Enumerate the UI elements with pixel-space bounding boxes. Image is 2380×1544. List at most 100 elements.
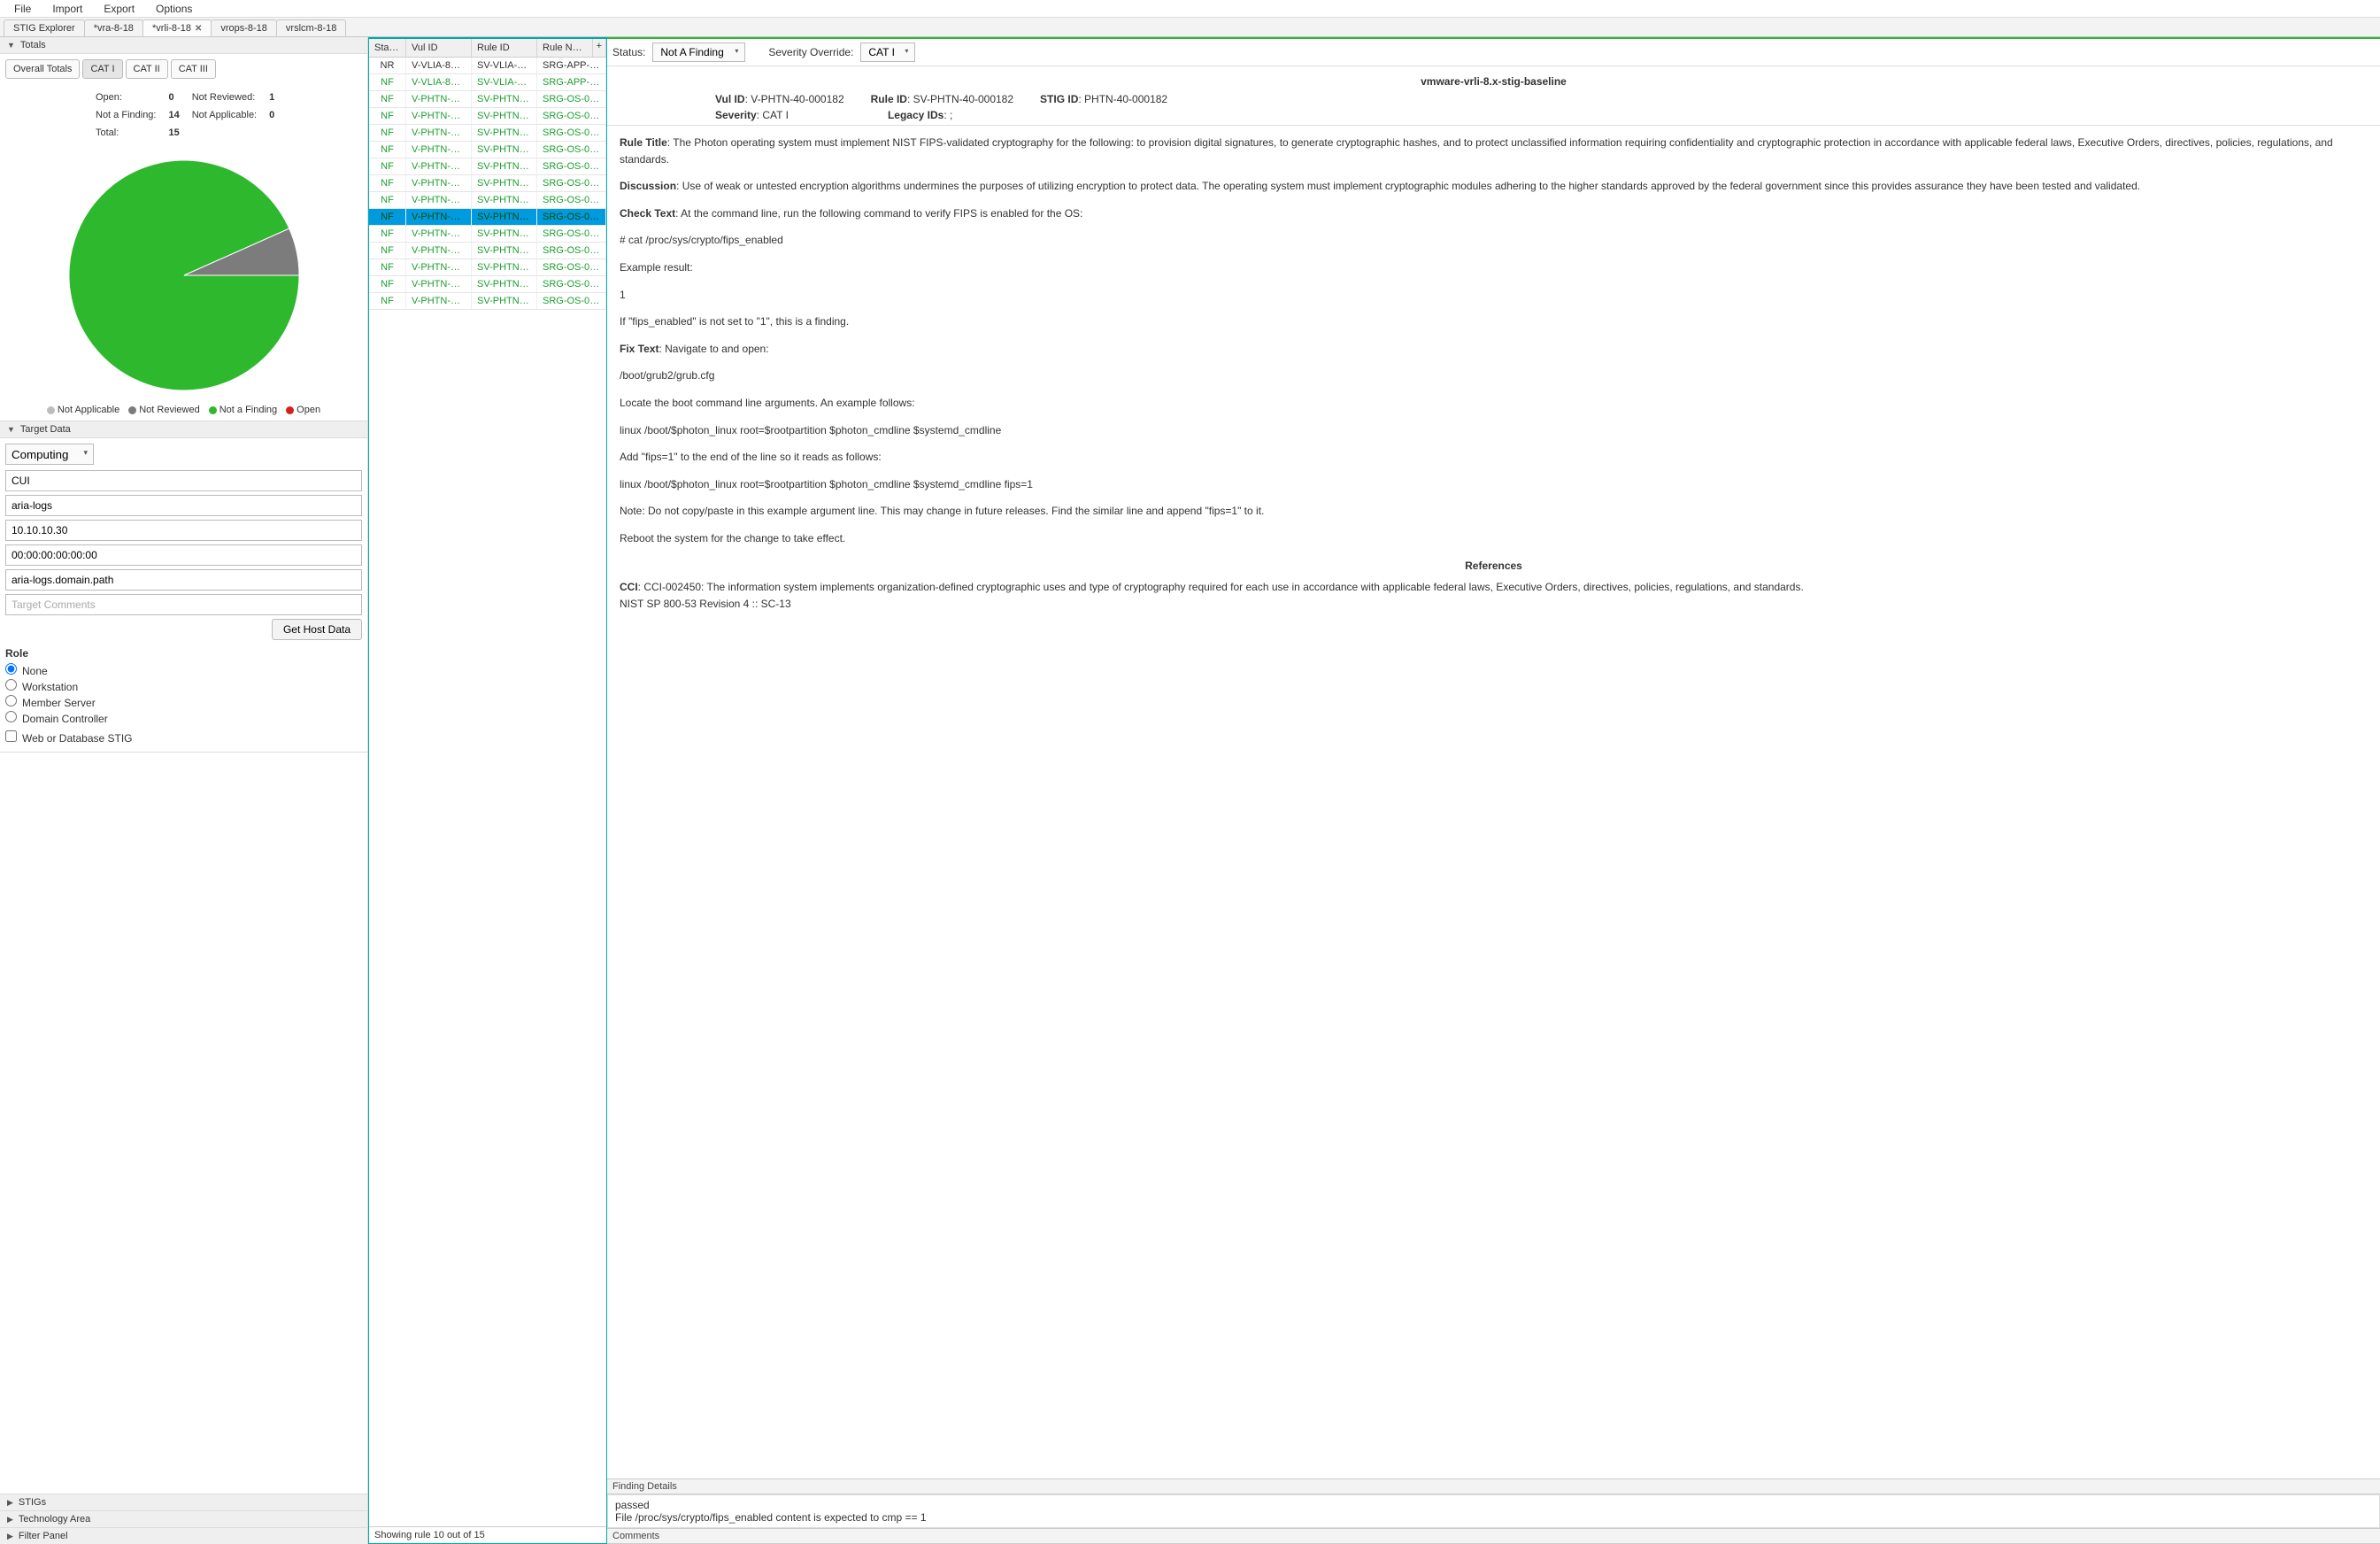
col-rule-name[interactable]: Rule Name: [537, 39, 593, 57]
cell-vul-id: V-PHTN-40...: [406, 243, 472, 259]
table-row[interactable]: NFV-PHTN-40...SV-PHTN-40-...SRG-OS-00032…: [369, 175, 606, 192]
target-classification-input[interactable]: [5, 470, 362, 491]
finding-text: File /proc/sys/crypto/fips_enabled conte…: [615, 1511, 2372, 1524]
tab-label: STIG Explorer: [13, 23, 75, 34]
target-comments-input[interactable]: [5, 594, 362, 615]
target-hostname-input[interactable]: [5, 495, 362, 516]
role-workstation[interactable]: Workstation: [5, 679, 362, 693]
table-row[interactable]: NFV-PHTN-40...SV-PHTN-40-...SRG-OS-00047…: [369, 209, 606, 226]
stigs-accordion[interactable]: ▶ STIGs: [0, 1494, 367, 1510]
finding-details-box[interactable]: passed File /proc/sys/crypto/fips_enable…: [607, 1494, 2380, 1528]
cell-status: NF: [369, 108, 406, 124]
tab-overall[interactable]: Overall Totals: [5, 59, 80, 79]
filter-panel-accordion[interactable]: ▶Filter Panel: [0, 1527, 367, 1544]
cell-rule-id: SV-PHTN-40-...: [472, 125, 537, 141]
tab-stig-explorer[interactable]: STIG Explorer: [4, 19, 85, 36]
fix-text: Note: Do not copy/paste in this example …: [620, 503, 2368, 520]
tab-label: vrslcm-8-18: [286, 23, 336, 34]
section-title: Technology Area: [19, 1514, 90, 1525]
cell-rule-id: SV-PHTN-40-...: [472, 226, 537, 242]
tech-area-accordion[interactable]: ▶Technology Area: [0, 1510, 367, 1527]
cell-status: NF: [369, 74, 406, 90]
meta-value: SV-PHTN-40-000182: [913, 93, 1013, 105]
menu-import[interactable]: Import: [43, 1, 91, 17]
table-row[interactable]: NRV-VLIA-8X-...SV-VLIA-8X-0...SRG-APP-00…: [369, 58, 606, 74]
target-fqdn-input[interactable]: [5, 569, 362, 591]
close-icon[interactable]: ✕: [195, 24, 202, 34]
table-row[interactable]: NFV-PHTN-40...SV-PHTN-40-...SRG-OS-00036…: [369, 192, 606, 209]
tab-cat3[interactable]: CAT III: [171, 59, 216, 79]
tab-vrops[interactable]: vrops-8-18: [211, 19, 277, 36]
col-status[interactable]: Status: [369, 39, 406, 57]
legend-label: Not Reviewed: [139, 405, 199, 415]
section-title: STIGs: [19, 1497, 46, 1508]
cell-vul-id: V-PHTN-40...: [406, 259, 472, 275]
table-row[interactable]: NFV-PHTN-40...SV-PHTN-40-...SRG-OS-00003…: [369, 91, 606, 108]
target-category-select[interactable]: Computing: [5, 444, 94, 465]
severity-override-select[interactable]: CAT I: [860, 42, 915, 62]
meta-label: Rule ID: [871, 93, 907, 105]
check-command: # cat /proc/sys/crypto/fips_enabled: [620, 232, 2368, 249]
table-row[interactable]: NFV-PHTN-40...SV-PHTN-40-...SRG-OS-00048…: [369, 226, 606, 243]
tab-cat1[interactable]: CAT I: [82, 59, 122, 79]
table-row[interactable]: NFV-PHTN-40...SV-PHTN-40-...SRG-OS-00036…: [369, 243, 606, 259]
table-row[interactable]: NFV-PHTN-40...SV-PHTN-40-...SRG-OS-00048…: [369, 259, 606, 276]
table-row[interactable]: NFV-PHTN-40...SV-PHTN-40-...SRG-OS-00048…: [369, 276, 606, 293]
section-title: Target Data: [20, 424, 71, 435]
table-row[interactable]: NFV-PHTN-40...SV-PHTN-40-...SRG-OS-00025…: [369, 293, 606, 310]
field-label: Rule Title: [620, 136, 667, 149]
table-row[interactable]: NFV-PHTN-40...SV-PHTN-40-...SRG-OS-00007…: [369, 125, 606, 142]
cell-vul-id: V-PHTN-40...: [406, 192, 472, 208]
stat-value: 0: [168, 89, 189, 105]
cell-status: NF: [369, 243, 406, 259]
meta-label: Severity: [715, 109, 757, 121]
cell-vul-id: V-VLIA-8X-...: [406, 58, 472, 73]
add-column-icon[interactable]: +: [593, 39, 606, 57]
cell-rule-id: SV-PHTN-40-...: [472, 91, 537, 107]
totals-header[interactable]: ▼Totals: [0, 37, 367, 54]
chevron-right-icon: ▶: [7, 1498, 13, 1508]
document-tabs: STIG Explorer *vra-8-18 *vrli-8-18✕ vrop…: [0, 18, 2380, 37]
role-domain-controller[interactable]: Domain Controller: [5, 711, 362, 725]
menubar: File Import Export Options: [0, 0, 2380, 18]
left-panel: ▼Totals Overall Totals CAT I CAT II CAT …: [0, 37, 368, 1544]
status-select[interactable]: Not A Finding: [652, 42, 745, 62]
menu-options[interactable]: Options: [147, 1, 201, 17]
target-mac-input[interactable]: [5, 544, 362, 566]
meta-label: Legacy IDs: [888, 109, 944, 121]
cell-rule-id: SV-PHTN-40-...: [472, 192, 537, 208]
col-rule-id[interactable]: Rule ID: [472, 39, 537, 57]
col-vul-id[interactable]: Vul ID: [406, 39, 472, 57]
target-data-header[interactable]: ▼Target Data: [0, 421, 367, 438]
role-member-server[interactable]: Member Server: [5, 695, 362, 709]
table-row[interactable]: NFV-PHTN-40...SV-PHTN-40-...SRG-OS-00027…: [369, 158, 606, 175]
check-text: At the command line, run the following c…: [681, 207, 1082, 220]
menu-file[interactable]: File: [5, 1, 40, 17]
tab-cat2[interactable]: CAT II: [126, 59, 168, 79]
detail-body[interactable]: Rule Title: The Photon operating system …: [607, 126, 2380, 1478]
menu-export[interactable]: Export: [95, 1, 143, 17]
cell-rule-id: SV-VLIA-8X-0...: [472, 58, 537, 73]
tab-vrslcm[interactable]: vrslcm-8-18: [276, 19, 346, 36]
get-host-data-button[interactable]: Get Host Data: [272, 619, 362, 640]
meta-label: STIG ID: [1040, 93, 1078, 105]
table-row[interactable]: NFV-VLIA-8X-...SV-VLIA-8X-0...SRG-APP-00…: [369, 74, 606, 91]
swatch-nf-icon: [209, 406, 217, 414]
cell-rule-name: SRG-OS-00036...: [537, 243, 606, 259]
cell-rule-name: SRG-OS-00032...: [537, 175, 606, 191]
rules-body[interactable]: NRV-VLIA-8X-...SV-VLIA-8X-0...SRG-APP-00…: [369, 58, 606, 1526]
status-label: Status:: [612, 46, 645, 58]
cell-vul-id: V-PHTN-40...: [406, 175, 472, 191]
totals-pie-chart: [60, 151, 308, 399]
target-ip-input[interactable]: [5, 520, 362, 541]
tab-label: *vra-8-18: [94, 23, 134, 34]
tab-vrli[interactable]: *vrli-8-18✕: [142, 19, 212, 36]
role-none[interactable]: None: [5, 663, 362, 677]
table-row[interactable]: NFV-PHTN-40...SV-PHTN-40-...SRG-OS-00007…: [369, 108, 606, 125]
web-db-stig-checkbox[interactable]: Web or Database STIG: [5, 730, 362, 745]
tab-vra[interactable]: *vra-8-18: [84, 19, 143, 36]
table-row[interactable]: NFV-PHTN-40...SV-PHTN-40-...SRG-OS-00025…: [369, 142, 606, 158]
field-label: CCI: [620, 581, 638, 593]
rules-footer: Showing rule 10 out of 15: [369, 1526, 606, 1543]
legend-label: Open: [297, 405, 320, 415]
